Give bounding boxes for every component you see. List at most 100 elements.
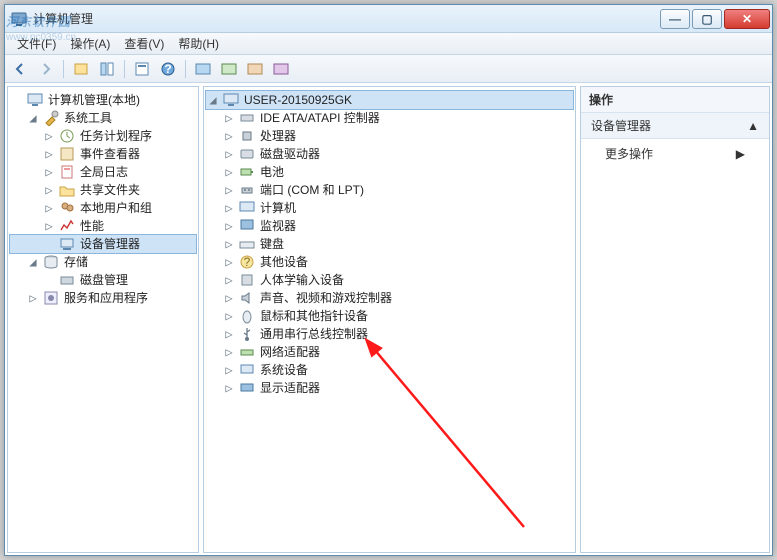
device-display[interactable]: ▷显示适配器	[206, 379, 573, 397]
expander-icon[interactable]: ▷	[222, 163, 236, 181]
actions-header: 操作	[581, 87, 769, 113]
back-button[interactable]	[9, 58, 31, 80]
mouse-icon	[239, 308, 255, 324]
expander-icon[interactable]: ▷	[222, 289, 236, 307]
nav-global-log[interactable]: ▷全局日志	[10, 163, 196, 181]
device-root[interactable]: ◢ USER-20150925GK	[206, 91, 573, 109]
network-icon	[239, 344, 255, 360]
nav-disk-mgmt[interactable]: ▷磁盘管理	[10, 271, 196, 289]
device-keyboard[interactable]: ▷键盘	[206, 235, 573, 253]
device-monitor[interactable]: ▷监视器	[206, 217, 573, 235]
device-tree-panel: ◢ USER-20150925GK ▷IDE ATA/ATAPI 控制器 ▷处理…	[203, 86, 576, 553]
nav-root[interactable]: ▷ 计算机管理(本地)	[10, 91, 196, 109]
close-button[interactable]: ✕	[724, 9, 770, 29]
forward-button[interactable]	[35, 58, 57, 80]
device-usb[interactable]: ▷通用串行总线控制器	[206, 325, 573, 343]
nav-local-users[interactable]: ▷本地用户和组	[10, 199, 196, 217]
computer-icon	[223, 92, 239, 108]
expander-icon[interactable]: ▷	[222, 235, 236, 253]
expander-icon[interactable]: ▷	[222, 271, 236, 289]
up-button[interactable]	[70, 58, 92, 80]
expander-icon[interactable]: ▷	[222, 325, 236, 343]
chevron-right-icon: ▶	[736, 147, 745, 161]
expander-icon[interactable]: ▷	[222, 307, 236, 325]
menubar: 文件(F) 操作(A) 查看(V) 帮助(H)	[5, 33, 772, 55]
keyboard-icon	[239, 236, 255, 252]
expander-icon[interactable]: ▷	[42, 163, 56, 181]
expander-icon[interactable]: ▷	[42, 181, 56, 199]
expander-icon[interactable]: ◢	[206, 91, 220, 109]
cpu-icon	[239, 128, 255, 144]
storage-icon	[43, 254, 59, 270]
device-mouse[interactable]: ▷鼠标和其他指针设备	[206, 307, 573, 325]
nav-event-viewer[interactable]: ▷事件查看器	[10, 145, 196, 163]
expander-icon[interactable]: ▷	[222, 361, 236, 379]
nav-device-manager[interactable]: ▷设备管理器	[10, 235, 196, 253]
nav-system-tools[interactable]: ◢ 系统工具	[10, 109, 196, 127]
expander-icon[interactable]: ▷	[222, 217, 236, 235]
nav-performance[interactable]: ▷性能	[10, 217, 196, 235]
menu-help[interactable]: 帮助(H)	[172, 33, 225, 54]
expander-icon[interactable]: ▷	[222, 253, 236, 271]
toolbar: ?	[5, 55, 772, 83]
properties-button[interactable]	[131, 58, 153, 80]
device-cpu[interactable]: ▷处理器	[206, 127, 573, 145]
window-title: 计算机管理	[33, 10, 660, 27]
nav-task-scheduler[interactable]: ▷任务计划程序	[10, 127, 196, 145]
minimize-button[interactable]: —	[660, 9, 690, 29]
more-actions[interactable]: 更多操作 ▶	[581, 139, 769, 168]
device-system[interactable]: ▷系统设备	[206, 361, 573, 379]
menu-view[interactable]: 查看(V)	[118, 33, 170, 54]
users-icon	[59, 200, 75, 216]
menu-file[interactable]: 文件(F)	[11, 33, 62, 54]
expander-icon[interactable]: ▷	[222, 145, 236, 163]
usb-icon	[239, 326, 255, 342]
expander-icon[interactable]: ▷	[42, 145, 56, 163]
toolbar-sep	[185, 60, 186, 78]
computer-icon	[239, 200, 255, 216]
nav-storage[interactable]: ◢存储	[10, 253, 196, 271]
hdd-icon	[239, 146, 255, 162]
device-sound[interactable]: ▷声音、视频和游戏控制器	[206, 289, 573, 307]
expander-icon[interactable]: ▷	[42, 199, 56, 217]
expander-icon[interactable]: ▷	[42, 217, 56, 235]
device-network[interactable]: ▷网络适配器	[206, 343, 573, 361]
expander-icon[interactable]: ▷	[222, 343, 236, 361]
device-ide-ata[interactable]: ▷IDE ATA/ATAPI 控制器	[206, 109, 573, 127]
collapse-icon: ▲	[747, 119, 759, 133]
device-other[interactable]: ▷?其他设备	[206, 253, 573, 271]
help-button[interactable]: ?	[157, 58, 179, 80]
battery-icon	[239, 164, 255, 180]
actions-section[interactable]: 设备管理器 ▲	[581, 113, 769, 139]
maximize-button[interactable]: ▢	[692, 9, 722, 29]
expander-icon[interactable]: ▷	[42, 127, 56, 145]
device-hid[interactable]: ▷人体学输入设备	[206, 271, 573, 289]
expander-icon[interactable]: ▷	[222, 109, 236, 127]
view-button-1[interactable]	[192, 58, 214, 80]
perf-icon	[59, 218, 75, 234]
expander-icon[interactable]: ▷	[222, 379, 236, 397]
actions-section-label: 设备管理器	[591, 117, 651, 134]
showhide-button[interactable]	[96, 58, 118, 80]
expander-icon[interactable]: ▷	[222, 181, 236, 199]
expander-icon[interactable]: ▷	[222, 127, 236, 145]
device-disk-drives[interactable]: ▷磁盘驱动器	[206, 145, 573, 163]
expander-icon[interactable]: ◢	[26, 253, 40, 271]
view-button-4[interactable]	[270, 58, 292, 80]
view-button-3[interactable]	[244, 58, 266, 80]
svg-text:?: ?	[164, 62, 171, 76]
nav-shared-folders[interactable]: ▷共享文件夹	[10, 181, 196, 199]
device-battery[interactable]: ▷电池	[206, 163, 573, 181]
nav-services-apps[interactable]: ▷服务和应用程序	[10, 289, 196, 307]
view-button-2[interactable]	[218, 58, 240, 80]
expander-icon[interactable]: ◢	[26, 109, 40, 127]
device-ports[interactable]: ▷端口 (COM 和 LPT)	[206, 181, 573, 199]
menu-action[interactable]: 操作(A)	[64, 33, 116, 54]
more-actions-label: 更多操作	[605, 145, 653, 162]
device-computer[interactable]: ▷计算机	[206, 199, 573, 217]
nav-tree[interactable]: ▷ 计算机管理(本地) ◢ 系统工具 ▷任务计划程序 ▷事件查看器 ▷全局日志 …	[8, 87, 198, 311]
expander-icon[interactable]: ▷	[222, 199, 236, 217]
disk-icon	[59, 272, 75, 288]
expander-icon[interactable]: ▷	[26, 289, 40, 307]
device-tree[interactable]: ◢ USER-20150925GK ▷IDE ATA/ATAPI 控制器 ▷处理…	[204, 87, 575, 401]
